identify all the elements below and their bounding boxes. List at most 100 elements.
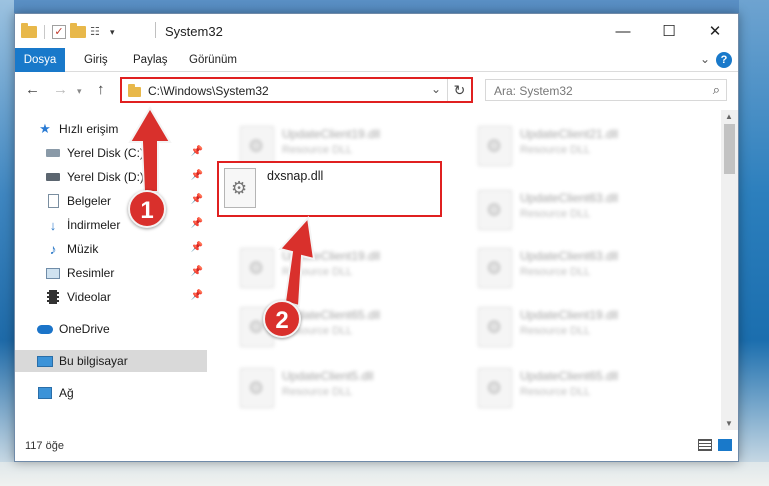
dll-file-icon — [478, 368, 512, 408]
sidebar-item-music[interactable]: ♪ Müzik 📌 — [15, 238, 207, 260]
help-icon[interactable]: ? — [716, 52, 732, 68]
highlighted-file-tile[interactable]: dxsnap.dll — [217, 161, 442, 217]
properties-check-icon[interactable]: ✓ — [52, 25, 66, 39]
file-name: UpdateClient63.dll — [520, 249, 619, 263]
sidebar-item-label: Ağ — [59, 386, 74, 400]
sidebar-item-this-pc[interactable]: Bu bilgisayar — [15, 350, 207, 372]
sidebar-item-label: Yerel Disk (D:) — [67, 170, 144, 184]
tab-file[interactable]: Dosya — [15, 48, 65, 72]
document-icon — [45, 193, 61, 209]
file-tile[interactable]: UpdateClient63.dll Resource DLL — [470, 182, 700, 236]
desktop-background-bottom — [0, 462, 769, 486]
back-arrow-icon[interactable]: ← — [25, 81, 40, 98]
vertical-scrollbar[interactable]: ▲ ▼ — [721, 110, 738, 430]
computer-icon — [37, 353, 53, 369]
sidebar-item-pictures[interactable]: Resimler 📌 — [15, 262, 207, 284]
highlighted-file-name: dxsnap.dll — [267, 169, 324, 183]
sidebar-item-network[interactable]: Ağ — [15, 382, 207, 404]
pin-icon[interactable]: 📌 — [191, 242, 203, 253]
close-button[interactable]: ✕ — [692, 14, 738, 48]
ribbon-expand-icon[interactable]: ⌄ — [700, 52, 710, 66]
large-icons-view-icon[interactable] — [718, 439, 732, 451]
pin-icon[interactable]: 📌 — [191, 170, 203, 181]
forward-arrow-icon[interactable]: → — [53, 81, 68, 98]
up-arrow-icon[interactable]: ↑ — [97, 81, 105, 98]
pin-icon[interactable]: 📌 — [191, 146, 203, 157]
callout-step-1: 1 — [128, 190, 166, 228]
pin-icon[interactable]: 📌 — [191, 194, 203, 205]
download-icon: ↓ — [49, 217, 57, 233]
maximize-button[interactable]: ☐ — [646, 14, 692, 48]
file-name: UpdateClient63.dll — [520, 191, 619, 205]
file-type: Resource DLL — [520, 266, 591, 278]
desktop-background-left — [0, 0, 14, 486]
address-row: ← → ▾ ↑ C:\Windows\System32 ⌄ ↻ Ara: Sys… — [15, 73, 738, 109]
dll-file-icon — [240, 368, 274, 408]
desktop-background-right — [739, 0, 769, 486]
file-tile[interactable]: UpdateClient19.dll Resource DLL — [470, 299, 700, 353]
refresh-icon[interactable]: ↻ — [447, 79, 471, 101]
folder-icon[interactable] — [21, 23, 37, 38]
item-count: 117 öğe — [25, 440, 64, 452]
sidebar-item-quick-access[interactable]: ★ Hızlı erişim — [15, 118, 207, 140]
network-icon — [37, 385, 53, 401]
search-icon[interactable]: ⌕ — [713, 82, 720, 98]
title-bar: ✓ ☷ ▾ System32 — ☐ ✕ — [15, 14, 738, 48]
maximize-icon: ☐ — [662, 23, 676, 40]
customize-dropdown-icon[interactable]: ▾ — [110, 27, 115, 38]
disk-icon — [45, 169, 61, 185]
scroll-up-icon[interactable]: ▲ — [725, 112, 733, 121]
search-box[interactable]: Ara: System32 ⌕ — [485, 79, 727, 101]
pin-icon[interactable]: 📌 — [191, 290, 203, 301]
sidebar-item-local-disk-d[interactable]: Yerel Disk (D:) 📌 — [15, 166, 207, 188]
file-tile[interactable]: UpdateClient63.dll Resource DLL — [470, 240, 700, 294]
navigation-pane: ★ Hızlı erişim Yerel Disk (C:) 📌 Yerel D… — [15, 110, 207, 430]
file-name: UpdateClient65.dll — [520, 369, 619, 383]
dll-file-icon — [240, 126, 274, 166]
address-path[interactable]: C:\Windows\System32 — [148, 84, 269, 98]
file-tile[interactable]: UpdateClient19.dll Resource DLL — [232, 240, 462, 294]
new-folder-icon[interactable] — [70, 23, 86, 38]
details-view-icon[interactable] — [698, 439, 712, 451]
pin-icon[interactable]: 📌 — [191, 266, 203, 277]
file-list: UpdateClient19.dll Resource DLL UpdateCl… — [222, 110, 722, 430]
address-dropdown-icon[interactable]: ⌄ — [431, 82, 441, 96]
dll-file-icon — [224, 168, 256, 208]
file-type: Resource DLL — [520, 208, 591, 220]
scroll-thumb[interactable] — [724, 124, 735, 174]
title-divider — [155, 22, 156, 38]
tab-view[interactable]: Görünüm — [178, 48, 248, 72]
sidebar-item-onedrive[interactable]: OneDrive — [15, 318, 207, 340]
tab-share[interactable]: Paylaş — [122, 48, 179, 72]
sidebar-item-label: İndirmeler — [67, 218, 121, 232]
minimize-button[interactable]: — — [600, 14, 646, 48]
tab-home[interactable]: Giriş — [73, 48, 119, 72]
file-tile[interactable]: UpdateClient5.dll Resource DLL — [232, 360, 462, 414]
sidebar-item-label: Videolar — [67, 290, 111, 304]
properties-icon[interactable]: ☷ — [90, 25, 106, 39]
address-bar[interactable]: C:\Windows\System32 ⌄ ↻ — [120, 77, 473, 103]
dll-file-icon — [478, 190, 512, 230]
close-icon: ✕ — [708, 23, 722, 40]
sidebar-item-label: Resimler — [67, 266, 115, 280]
callout-step-2: 2 — [263, 300, 301, 338]
explorer-window: ✓ ☷ ▾ System32 — ☐ ✕ Dosya Giriş Paylaş … — [14, 13, 739, 462]
sidebar-item-documents[interactable]: Belgeler 📌 — [15, 190, 207, 212]
file-tile[interactable]: UpdateClient65.dll Resource DLL — [470, 360, 700, 414]
search-input[interactable]: Ara: System32 — [494, 84, 573, 98]
dll-file-icon — [240, 248, 274, 288]
scroll-down-icon[interactable]: ▼ — [725, 419, 733, 428]
file-type: Resource DLL — [520, 386, 591, 398]
sidebar-item-local-disk-c[interactable]: Yerel Disk (C:) 📌 — [15, 142, 207, 164]
sidebar-item-videos[interactable]: Videolar 📌 — [15, 286, 207, 308]
sidebar-item-label: OneDrive — [59, 322, 110, 336]
dll-file-icon — [478, 126, 512, 166]
recent-locations-dropdown-icon[interactable]: ▾ — [77, 86, 82, 97]
videos-icon — [45, 289, 61, 305]
pin-icon[interactable]: 📌 — [191, 218, 203, 229]
sidebar-item-downloads[interactable]: ↓ İndirmeler 📌 — [15, 214, 207, 236]
file-name: UpdateClient19.dll — [282, 127, 381, 141]
file-tile[interactable]: UpdateClient21.dll Resource DLL — [470, 118, 700, 172]
file-name: UpdateClient21.dll — [520, 127, 619, 141]
sidebar-item-label: Belgeler — [67, 194, 112, 208]
